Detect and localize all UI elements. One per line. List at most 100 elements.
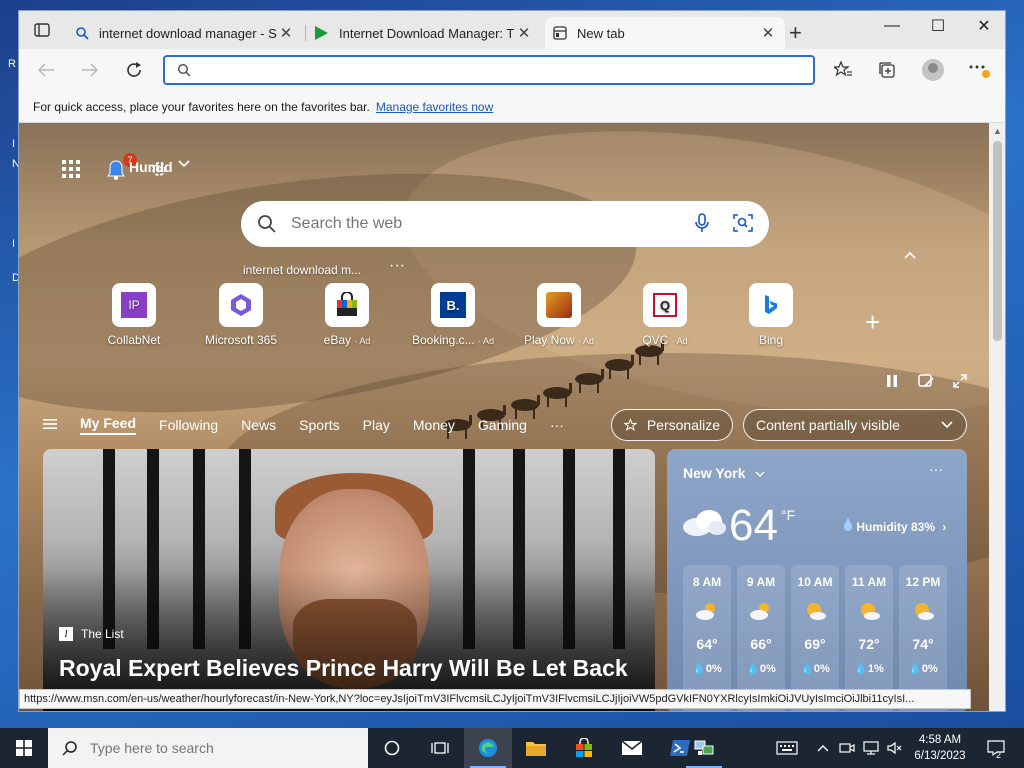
story-headline[interactable]: Royal Expert Believes Prince Harry Will … xyxy=(59,655,628,682)
tab-actions-button[interactable] xyxy=(29,19,55,41)
add-quick-link-button[interactable]: + xyxy=(865,307,880,338)
web-search-box[interactable] xyxy=(241,201,769,247)
new-tab-page: 7 Humid internet download m... ··· IP Co… xyxy=(19,123,989,711)
page-settings-button[interactable] xyxy=(149,159,169,179)
quick-link-label: Microsoft 365 xyxy=(204,333,278,347)
cortana-circle-icon xyxy=(384,740,400,756)
tray-app-icon[interactable] xyxy=(836,728,858,768)
humidity-link[interactable]: Humidity 83% › xyxy=(843,517,946,534)
content-visibility-select[interactable]: Content partially visible xyxy=(743,409,967,441)
tab-money[interactable]: Money xyxy=(413,417,455,433)
quick-link-collabnet[interactable]: IP CollabNet xyxy=(84,283,184,347)
hour-time: 12 PM xyxy=(905,575,941,589)
scroll-up-button[interactable]: ▲ xyxy=(989,123,1005,139)
voice-search-button[interactable] xyxy=(695,212,709,236)
app-launcher-button[interactable] xyxy=(61,159,81,179)
refresh-button[interactable] xyxy=(121,58,147,82)
quick-link-ebay[interactable]: eBay · Ad xyxy=(297,283,397,347)
minimize-button[interactable]: — xyxy=(869,11,915,41)
settings-dropdown-button[interactable] xyxy=(177,159,191,169)
hour-time: 10 AM xyxy=(797,575,833,589)
tab-title: New tab xyxy=(577,25,625,41)
desktop-icon-label: I xyxy=(12,238,16,250)
weather-card[interactable]: New York ··· 64 °F Humidity 83% › 8 AM 6… xyxy=(667,449,967,711)
tray-network[interactable] xyxy=(860,728,882,768)
settings-menu-button[interactable] xyxy=(967,59,991,81)
desktop-icon-label: R xyxy=(8,58,16,70)
tab-search-results[interactable]: internet download manager - Se ✕ xyxy=(67,17,303,49)
gear-icon xyxy=(152,162,166,176)
forward-button[interactable] xyxy=(77,58,103,82)
collapse-quick-links-button[interactable] xyxy=(903,247,917,263)
tab-my-feed[interactable]: My Feed xyxy=(80,415,137,435)
microsoft-365-icon xyxy=(219,283,263,327)
tab-gaming[interactable]: Gaming xyxy=(478,417,527,433)
quick-link-booking[interactable]: B. Booking.c... · Ad xyxy=(403,283,503,347)
notification-center-button[interactable] xyxy=(984,728,1008,768)
arrow-right-icon xyxy=(82,63,99,77)
taskbar-network-app[interactable] xyxy=(680,728,728,768)
refresh-icon xyxy=(127,62,141,77)
close-tab-button[interactable]: ✕ xyxy=(277,24,295,42)
recent-search-more-button[interactable]: ··· xyxy=(389,257,405,275)
favorites-button[interactable] xyxy=(831,59,855,81)
tab-sports[interactable]: Sports xyxy=(299,417,339,433)
tab-play[interactable]: Play xyxy=(363,417,390,433)
browser-window: internet download manager - Se ✕ Interne… xyxy=(18,10,1006,712)
edge-icon xyxy=(479,739,497,757)
task-view-button[interactable] xyxy=(416,728,464,768)
top-story-card[interactable]: l The List Royal Expert Believes Prince … xyxy=(43,449,655,711)
quick-link-qvc[interactable]: Q QVC · Ad xyxy=(615,283,715,347)
taskbar-search-input[interactable] xyxy=(90,740,350,756)
pause-background-button[interactable] xyxy=(881,371,903,391)
tray-overflow-button[interactable] xyxy=(812,728,834,768)
taskbar-search-box[interactable] xyxy=(48,728,368,768)
page-scrollbar[interactable]: ▲ xyxy=(989,123,1005,711)
recent-search-chip[interactable]: internet download m... xyxy=(243,263,361,277)
tab-new-tab[interactable]: New tab ✕ xyxy=(545,17,785,49)
start-button[interactable] xyxy=(0,728,48,768)
back-button[interactable] xyxy=(33,58,59,82)
manage-favorites-link[interactable]: Manage favorites now xyxy=(376,100,493,114)
address-bar[interactable] xyxy=(163,55,815,85)
profile-button[interactable] xyxy=(921,59,945,81)
cortana-button[interactable] xyxy=(368,728,416,768)
collections-button[interactable] xyxy=(875,59,899,81)
taskbar-mail[interactable] xyxy=(608,728,656,768)
newtab-page-icon xyxy=(553,26,567,40)
tray-keyboard[interactable] xyxy=(772,728,802,768)
new-tab-button[interactable]: + xyxy=(789,22,802,44)
web-search-input[interactable] xyxy=(291,215,695,233)
tab-news[interactable]: News xyxy=(241,417,276,433)
address-input[interactable] xyxy=(201,62,813,78)
play-now-icon xyxy=(537,283,581,327)
close-tab-button[interactable]: ✕ xyxy=(759,24,777,42)
quick-link-microsoft-365[interactable]: Microsoft 365 xyxy=(191,283,291,347)
tab-following[interactable]: Following xyxy=(159,417,218,433)
maximize-button[interactable]: ☐ xyxy=(915,11,961,41)
taskbar-edge[interactable] xyxy=(464,728,512,768)
close-window-button[interactable]: ✕ xyxy=(961,11,1005,41)
more-feed-tabs-button[interactable]: ··· xyxy=(550,417,564,433)
weather-location-button[interactable]: New York xyxy=(683,465,765,481)
visual-search-button[interactable] xyxy=(733,213,753,236)
personalize-button[interactable]: Personalize xyxy=(611,409,733,441)
hour-precipitation: 💧0% xyxy=(908,663,938,675)
background-info-button[interactable] xyxy=(915,371,937,391)
quick-link-play-now[interactable]: Play Now · Ad xyxy=(509,283,609,347)
taskbar-file-explorer[interactable] xyxy=(512,728,560,768)
taskbar-clock[interactable]: 4:58 AM 6/13/2023 xyxy=(908,732,972,764)
close-tab-button[interactable]: ✕ xyxy=(515,24,533,42)
tab-idm-site[interactable]: Internet Download Manager: The ✕ xyxy=(305,17,541,49)
quick-link-bing[interactable]: Bing xyxy=(721,283,821,347)
taskbar-store[interactable] xyxy=(560,728,608,768)
partly-cloudy-icon xyxy=(750,603,769,620)
mail-icon xyxy=(621,740,643,755)
humidity-value: Humidity 83% xyxy=(856,520,936,534)
weather-more-button[interactable]: ··· xyxy=(929,461,943,477)
feed-menu-button[interactable] xyxy=(43,417,57,433)
tray-volume[interactable] xyxy=(884,728,906,768)
expand-background-button[interactable] xyxy=(949,371,971,391)
scroll-thumb[interactable] xyxy=(993,141,1002,341)
windows-logo-icon xyxy=(16,740,32,756)
